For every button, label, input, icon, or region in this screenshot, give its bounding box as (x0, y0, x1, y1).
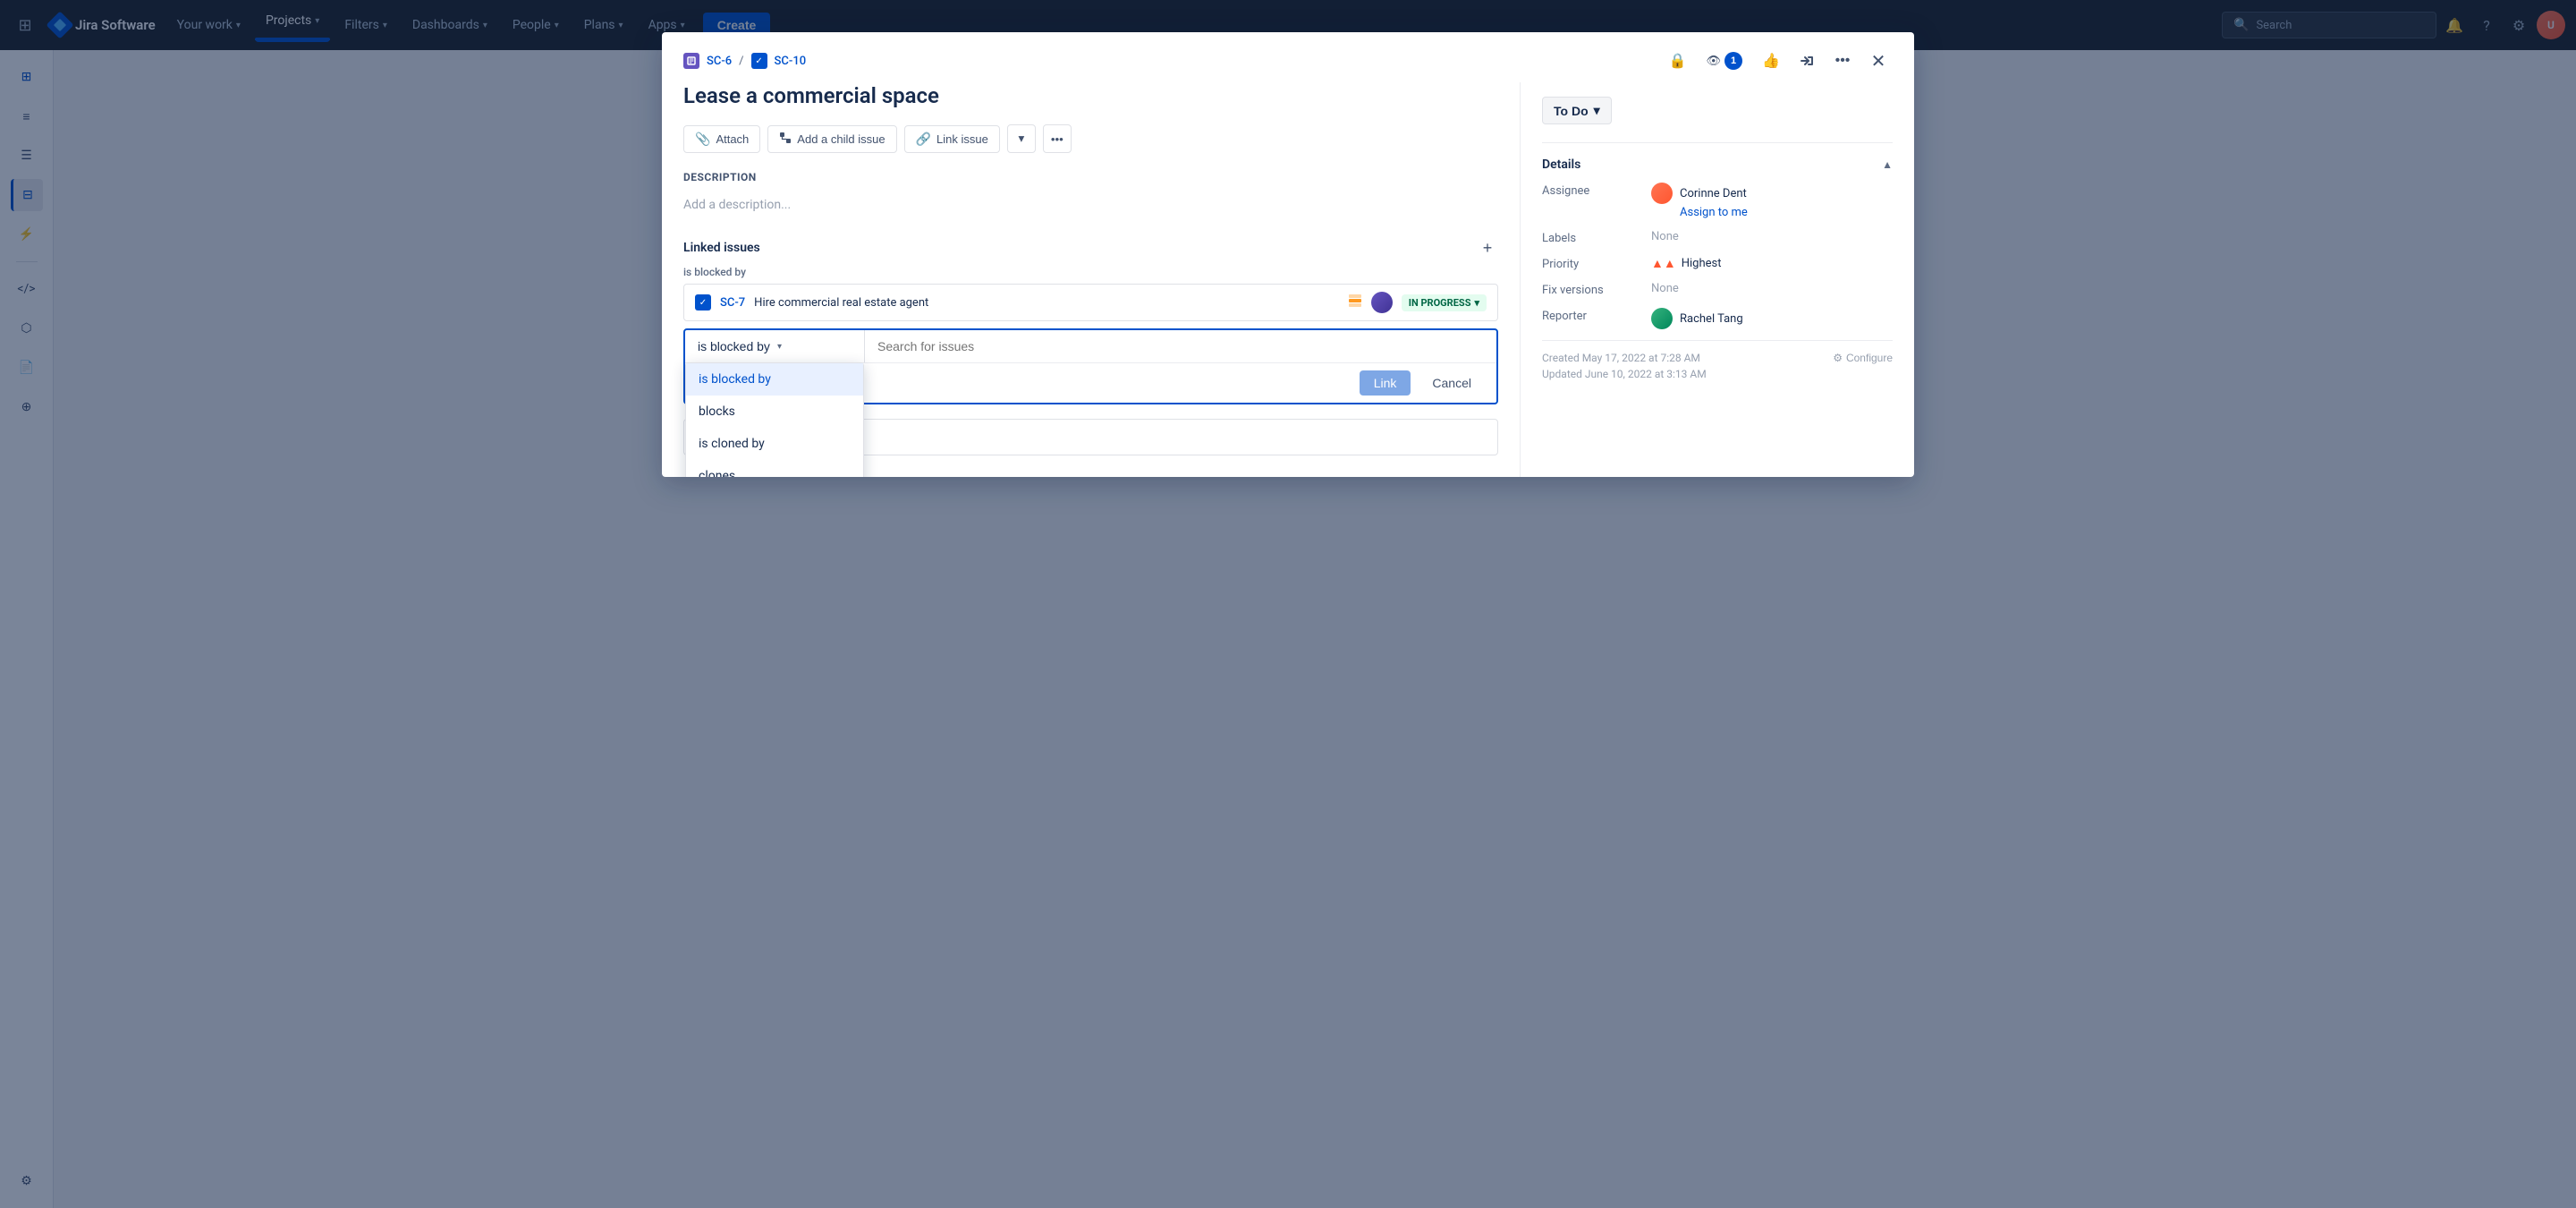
thumbsup-button[interactable]: 👍 (1757, 47, 1785, 75)
description-section: Description Add a description... (683, 171, 1498, 219)
toolbar-dropdown-button[interactable]: ▾ (1007, 124, 1036, 153)
link-form: is blocked by ▾ is blocked by blocks is … (683, 328, 1498, 404)
issue-title[interactable]: Lease a commercial space (683, 82, 1498, 110)
dropdown-item-clones[interactable]: clones (686, 460, 863, 477)
issue-type-icon: ✓ (751, 53, 767, 69)
description-input[interactable]: Add a description... (683, 191, 1498, 219)
more-icon: ••• (1051, 132, 1063, 146)
issue-toolbar: 📎 Attach Add a child issue 🔗 Link issue (683, 124, 1498, 153)
more-actions-button[interactable]: ••• (1828, 47, 1857, 75)
issue-status-badge[interactable]: IN PROGRESS ▾ (1402, 294, 1487, 311)
reporter-label: Reporter (1542, 308, 1640, 323)
lock-button[interactable]: 🔒 (1663, 47, 1691, 75)
linked-issues-group-label: is blocked by (683, 266, 1498, 278)
labels-value[interactable]: None (1651, 230, 1893, 243)
watch-button[interactable]: 👁 1 (1699, 48, 1750, 73)
assignee-row: Assignee Corinne Dent Assign to me (1542, 183, 1893, 219)
priority-value[interactable]: ▲▲ Highest (1651, 256, 1893, 271)
link-search-input[interactable] (865, 330, 1496, 362)
updated-date: Updated June 10, 2022 at 3:13 AM (1542, 368, 1707, 380)
modal-left-panel: Lease a commercial space 📎 Attach Add a … (662, 82, 1521, 477)
link-type-select: is blocked by ▾ is blocked by blocks is … (685, 330, 865, 362)
cancel-button[interactable]: Cancel (1418, 370, 1486, 396)
chevron-down-icon: ▾ (1018, 132, 1024, 146)
child-issue-icon (779, 132, 792, 147)
issue-type-task-icon: ✓ (695, 294, 711, 311)
attach-button[interactable]: 📎 Attach (683, 125, 760, 153)
reporter-avatar (1651, 308, 1673, 329)
link-type-dropdown: is blocked by blocks is cloned by clones (685, 362, 864, 477)
description-label: Description (683, 171, 1498, 183)
modal-overlay: SC-6 / ✓ SC-10 🔒 👁 1 👍 ••• ✕ (0, 0, 2576, 1208)
status-button[interactable]: To Do ▾ (1542, 97, 1612, 124)
linked-issues-section: Linked issues + is blocked by ✓ SC-7 Hir… (683, 237, 1498, 404)
details-title: Details (1542, 157, 1580, 172)
chevron-down-icon: ▾ (1594, 103, 1600, 118)
priority-label: Priority (1542, 256, 1640, 271)
breadcrumb-separator: / (739, 55, 743, 68)
linked-issues-title: Linked issues (683, 241, 760, 255)
labels-label: Labels (1542, 230, 1640, 245)
issue-modal: SC-6 / ✓ SC-10 🔒 👁 1 👍 ••• ✕ (662, 32, 1914, 477)
details-collapse-button[interactable]: ▲ (1882, 158, 1893, 171)
linked-issue-summary: Hire commercial real estate agent (754, 296, 1339, 310)
created-date: Created May 17, 2022 at 7:28 AM (1542, 352, 1707, 364)
fix-versions-value[interactable]: None (1651, 282, 1893, 295)
priority-highest-icon: ▲▲ (1651, 256, 1676, 271)
assign-to-me-link[interactable]: Assign to me (1680, 206, 1893, 219)
assignee-avatar (1651, 183, 1673, 204)
assignee-label: Assignee (1542, 183, 1640, 198)
fix-versions-label: Fix versions (1542, 282, 1640, 297)
priority-icon (1348, 293, 1362, 311)
linked-issue-key[interactable]: SC-7 (720, 296, 745, 310)
parent-issue-type-icon (683, 53, 699, 69)
linked-issues-header: Linked issues + (683, 237, 1498, 259)
gear-icon: ⚙ (1833, 352, 1843, 364)
toolbar-more-button[interactable]: ••• (1043, 124, 1072, 153)
chevron-down-icon: ▾ (1474, 297, 1479, 309)
details-section: Details ▲ Assignee Corinne Dent Assign t… (1542, 142, 1893, 329)
configure-button[interactable]: ⚙ Configure (1833, 352, 1893, 364)
share-button[interactable] (1792, 47, 1821, 75)
modal-body: Lease a commercial space 📎 Attach Add a … (662, 82, 1914, 477)
eye-icon: 👁 (1706, 54, 1721, 68)
metadata-row: Created May 17, 2022 at 7:28 AM Updated … (1542, 352, 1893, 384)
dropdown-item-is-blocked-by[interactable]: is blocked by (686, 363, 863, 396)
add-child-issue-button[interactable]: Add a child issue (767, 125, 896, 153)
metadata-dates: Created May 17, 2022 at 7:28 AM Updated … (1542, 352, 1707, 384)
breadcrumb: SC-6 / ✓ SC-10 (683, 53, 806, 69)
assignee-value: Corinne Dent Assign to me (1651, 183, 1893, 219)
close-button[interactable]: ✕ (1864, 47, 1893, 75)
metadata-section: Created May 17, 2022 at 7:28 AM Updated … (1542, 340, 1893, 384)
issue-key[interactable]: SC-10 (775, 55, 807, 68)
chevron-down-icon: ▾ (777, 342, 782, 352)
paperclip-icon: 📎 (695, 132, 710, 147)
link-type-button[interactable]: is blocked by ▾ (685, 330, 864, 362)
modal-action-buttons: 🔒 👁 1 👍 ••• ✕ (1663, 47, 1893, 75)
link-icon: 🔗 (916, 132, 931, 147)
modal-header: SC-6 / ✓ SC-10 🔒 👁 1 👍 ••• ✕ (662, 32, 1914, 82)
modal-right-panel: To Do ▾ Details ▲ Assignee (1521, 82, 1914, 477)
link-button[interactable]: Link (1360, 370, 1411, 396)
add-linked-issue-button[interactable]: + (1477, 237, 1498, 259)
labels-row: Labels None (1542, 230, 1893, 245)
link-form-row: is blocked by ▾ is blocked by blocks is … (685, 330, 1496, 362)
watch-count: 1 (1724, 52, 1742, 70)
reporter-value: Rachel Tang (1651, 308, 1893, 329)
details-header: Details ▲ (1542, 157, 1893, 172)
fix-versions-row: Fix versions None (1542, 282, 1893, 297)
parent-issue-key[interactable]: SC-6 (707, 55, 732, 68)
dropdown-item-blocks[interactable]: blocks (686, 396, 863, 428)
assignee-name-row: Corinne Dent (1651, 183, 1893, 204)
linked-issue-row: ✓ SC-7 Hire commercial real estate agent… (683, 284, 1498, 321)
priority-row: Priority ▲▲ Highest (1542, 256, 1893, 271)
reporter-row: Reporter Rachel Tang (1542, 308, 1893, 329)
link-issue-button[interactable]: 🔗 Link issue (904, 125, 1000, 153)
issue-assignee-avatar (1371, 292, 1393, 313)
dropdown-item-is-cloned-by[interactable]: is cloned by (686, 428, 863, 460)
